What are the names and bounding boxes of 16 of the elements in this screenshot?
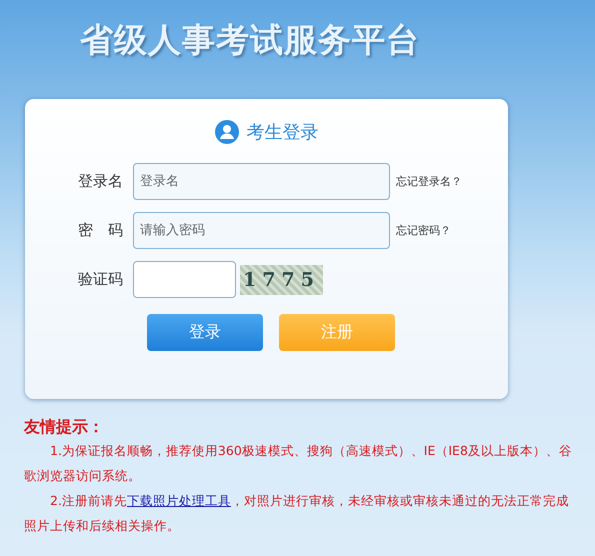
input-field[interactable]: 登录名 (133, 163, 390, 200)
forgot-link[interactable]: 忘记密码？ (396, 223, 451, 238)
captcha-image: 1775 (240, 264, 323, 294)
login-heading: 考生登录 (246, 121, 318, 144)
tip-text: 2.注册前请先下载照片处理工具，对照片进行审核，未经审核或审核未通过的无法正常完成照片上传和后续相关操作。 (24, 492, 570, 535)
download-link[interactable]: 下载照片处理工具 (126, 493, 231, 508)
input-field[interactable]: 请输入密码 (133, 212, 390, 249)
page-title: 省级人事考试服务平台 (80, 19, 421, 61)
forgot-link[interactable]: 忘记登录名？ (396, 174, 462, 189)
captcha-field[interactable] (133, 261, 236, 298)
user-icon (214, 120, 238, 144)
field-label: 密 码 (77, 221, 124, 240)
tip-text: 1.为保证报名顺畅，推荐使用360极速模式、搜狗（高速模式）、IE（IE8及以上版本）、谷歌浏览器访问系统。 (24, 442, 573, 485)
tips-heading: 友情提示： (24, 417, 105, 438)
field-label: 验证码 (77, 270, 124, 289)
field-label: 登录名 (77, 172, 124, 191)
